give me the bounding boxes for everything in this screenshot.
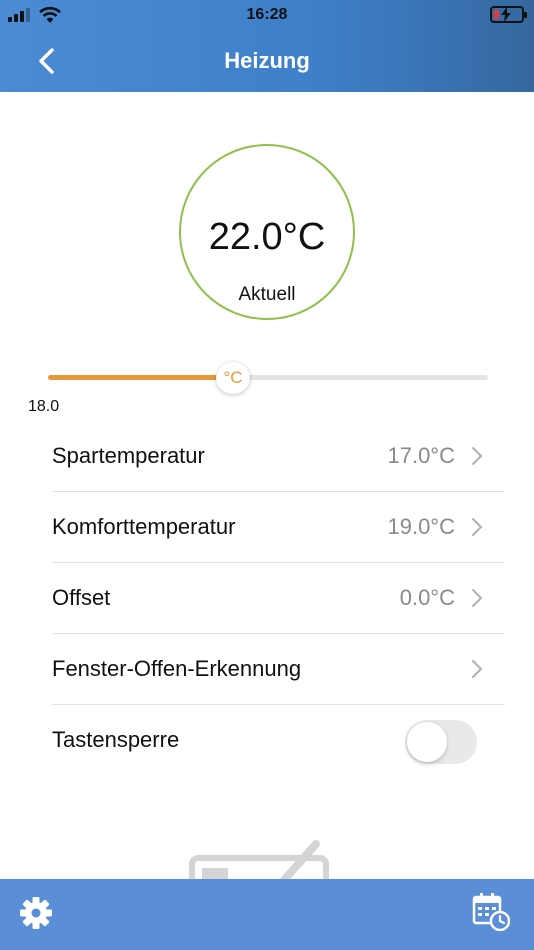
chevron-right-icon xyxy=(472,589,483,607)
row-label: Komforttemperatur xyxy=(52,514,236,539)
status-time: 16:28 xyxy=(246,6,288,23)
bottom-toolbar xyxy=(0,879,534,950)
slider-fill xyxy=(48,375,233,380)
row-label: Offset xyxy=(52,585,111,610)
row-value: 0.0°C xyxy=(399,585,455,610)
toggle-knob xyxy=(407,722,447,762)
row-fenster-offen-erkennung[interactable]: Fenster-Offen-Erkennung xyxy=(52,634,505,705)
row-spartemperatur[interactable]: Spartemperatur 17.0°C xyxy=(52,421,505,492)
row-tastensperre: Tastensperre xyxy=(52,705,505,776)
row-offset[interactable]: Offset 0.0°C xyxy=(52,563,505,634)
row-label: Spartemperatur xyxy=(52,443,205,468)
thermostat-device-illustration xyxy=(189,840,329,880)
row-value: 19.0°C xyxy=(387,514,455,539)
calendar-clock-icon[interactable] xyxy=(472,891,510,931)
page-title: Heizung xyxy=(224,48,310,73)
temperature-slider[interactable]: °C xyxy=(48,362,488,394)
slider-min-label: 18.0 xyxy=(28,398,60,415)
current-temperature-gauge: 22.0°C Aktuell xyxy=(179,144,355,320)
row-label: Tastensperre xyxy=(52,727,180,752)
current-temperature-label: Aktuell xyxy=(238,284,296,305)
slider-thumb[interactable]: °C xyxy=(216,362,250,394)
chevron-right-icon xyxy=(472,518,483,536)
row-label: Fenster-Offen-Erkennung xyxy=(52,656,302,681)
battery-icon xyxy=(490,6,527,23)
settings-list: Spartemperatur 17.0°C Komforttemperatur … xyxy=(52,421,505,776)
tastensperre-toggle[interactable] xyxy=(405,720,477,764)
row-komforttemperatur[interactable]: Komforttemperatur 19.0°C xyxy=(52,492,505,563)
chevron-right-icon xyxy=(472,447,483,465)
gear-icon[interactable] xyxy=(18,895,54,931)
app-header: 16:28 Heizung xyxy=(0,0,534,92)
status-bar: 16:28 xyxy=(0,0,534,30)
current-temperature-value: 22.0°C xyxy=(208,216,326,258)
row-value: 17.0°C xyxy=(387,443,455,468)
chevron-right-icon xyxy=(472,660,483,678)
